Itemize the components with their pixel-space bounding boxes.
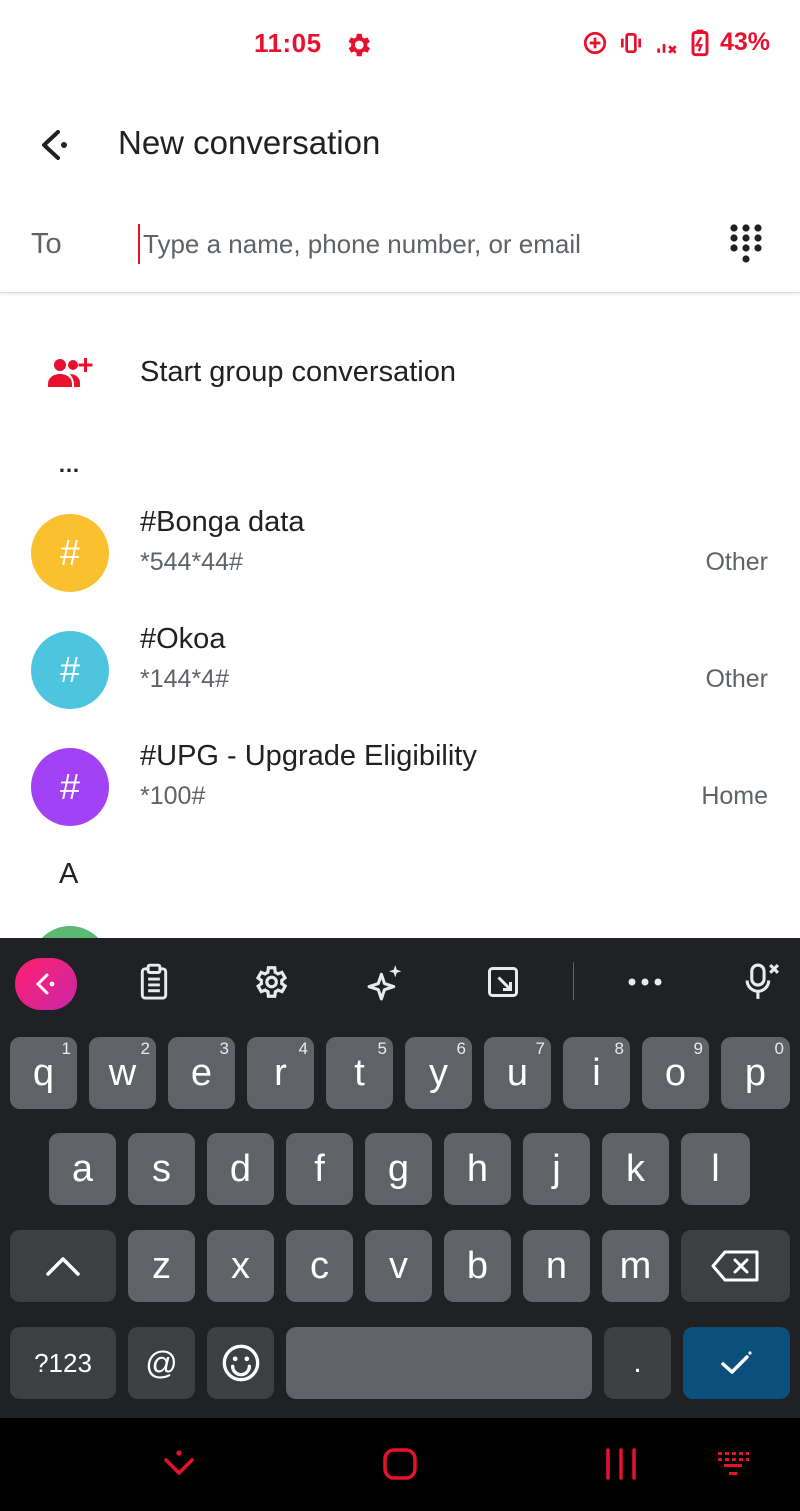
backspace-key[interactable]: [681, 1230, 790, 1302]
battery-percent: 43%: [719, 28, 770, 56]
key-r[interactable]: r4: [247, 1037, 314, 1109]
contact-avatar: #: [31, 631, 109, 709]
home-icon[interactable]: [380, 1444, 420, 1484]
system-icons: 43%: [582, 28, 770, 57]
navigation-bar: [0, 1418, 800, 1511]
contact-number: *100#: [140, 782, 206, 810]
group-label: Start group conversation: [140, 356, 456, 388]
shift-icon: [46, 1257, 80, 1276]
app-bar: New conversation: [0, 100, 800, 190]
check-icon: [720, 1351, 752, 1374]
recipient-row: To: [0, 198, 800, 293]
floating-keyboard-icon[interactable]: [483, 962, 523, 1002]
at-key[interactable]: @: [128, 1327, 195, 1399]
key-o[interactable]: o9: [642, 1037, 709, 1109]
status-bar: 11:05 43%: [0, 0, 800, 90]
contact-type: Other: [705, 548, 768, 576]
recent-apps-icon[interactable]: [603, 1444, 639, 1484]
page-title: New conversation: [118, 124, 381, 161]
key-f[interactable]: f: [286, 1133, 353, 1205]
start-group-conversation[interactable]: Start group conversation: [0, 332, 800, 416]
key-n[interactable]: n: [523, 1230, 590, 1302]
contact-number: *544*44#: [140, 548, 243, 576]
hide-keyboard-icon[interactable]: [160, 1444, 198, 1482]
battery-charging-icon: [691, 29, 709, 56]
clipboard-icon[interactable]: [134, 962, 174, 1002]
toolbar-divider: [573, 962, 574, 1000]
key-p[interactable]: p0: [721, 1037, 790, 1109]
symbols-key[interactable]: ?123: [10, 1327, 116, 1399]
emoji-key[interactable]: [207, 1327, 274, 1399]
key-c[interactable]: c: [286, 1230, 353, 1302]
data-saver-icon: [583, 31, 607, 54]
done-key[interactable]: [683, 1327, 790, 1399]
key-z[interactable]: z: [128, 1230, 195, 1302]
signal-no-service-icon: [657, 43, 677, 54]
key-t[interactable]: t5: [326, 1037, 393, 1109]
contact-name: #Bonga data: [140, 506, 305, 538]
recipient-input[interactable]: [138, 224, 663, 264]
contact-type: Home: [701, 782, 768, 810]
key-d[interactable]: d: [207, 1133, 274, 1205]
more-options-icon[interactable]: [625, 962, 665, 1002]
key-y[interactable]: y6: [405, 1037, 472, 1109]
key-x[interactable]: x: [207, 1230, 274, 1302]
contact-name: #Okoa: [140, 623, 226, 655]
contact-number: *144*4#: [140, 665, 229, 693]
key-s[interactable]: s: [128, 1133, 195, 1205]
contact-avatar: #: [31, 748, 109, 826]
keyboard: q1 w2 e3 r4 t5 y6 u7 i8 o9 p0 a s d f g …: [0, 938, 800, 1418]
key-v[interactable]: v: [365, 1230, 432, 1302]
emoji-icon: [222, 1344, 259, 1382]
keyboard-toolbar: [0, 938, 800, 1028]
section-letter: A: [59, 858, 79, 890]
vibrate-icon: [620, 32, 641, 53]
key-u[interactable]: u7: [484, 1037, 551, 1109]
key-h[interactable]: h: [444, 1133, 511, 1205]
key-q[interactable]: q1: [10, 1037, 77, 1109]
back-arrow-icon: [35, 973, 55, 995]
key-w[interactable]: w2: [89, 1037, 156, 1109]
sparkle-icon[interactable]: [366, 962, 406, 1002]
keyboard-settings-icon[interactable]: [250, 962, 290, 1002]
contact-name: #UPG - Upgrade Eligibility: [140, 740, 477, 772]
add-group-icon: [48, 358, 93, 387]
key-i[interactable]: i8: [563, 1037, 630, 1109]
space-key[interactable]: [286, 1327, 592, 1399]
keyboard-switch-icon[interactable]: [716, 1450, 750, 1478]
shift-key[interactable]: [10, 1230, 116, 1302]
contact-item[interactable]: # #Okoa *144*4# Other: [0, 617, 800, 727]
backspace-icon: [711, 1250, 758, 1282]
key-a[interactable]: a: [49, 1133, 116, 1205]
status-time: 11:05: [254, 28, 322, 58]
contact-type: Other: [705, 665, 768, 693]
voice-input-off-icon[interactable]: [741, 962, 781, 1002]
period-key[interactable]: .: [604, 1327, 671, 1399]
key-k[interactable]: k: [602, 1133, 669, 1205]
key-m[interactable]: m: [602, 1230, 669, 1302]
keyboard-back-button[interactable]: [15, 958, 77, 1010]
settings-gear-icon: [348, 33, 370, 57]
contact-item[interactable]: # #UPG - Upgrade Eligibility *100# Home: [0, 734, 800, 844]
key-e[interactable]: e3: [168, 1037, 235, 1109]
key-g[interactable]: g: [365, 1133, 432, 1205]
dialpad-icon[interactable]: [726, 222, 766, 266]
to-label: To: [31, 228, 62, 260]
key-b[interactable]: b: [444, 1230, 511, 1302]
section-header: …: [58, 452, 81, 477]
back-arrow-icon[interactable]: [30, 122, 80, 168]
contact-avatar: #: [31, 514, 109, 592]
key-j[interactable]: j: [523, 1133, 590, 1205]
key-l[interactable]: l: [681, 1133, 750, 1205]
contact-item[interactable]: # #Bonga data *544*44# Other: [0, 500, 800, 610]
